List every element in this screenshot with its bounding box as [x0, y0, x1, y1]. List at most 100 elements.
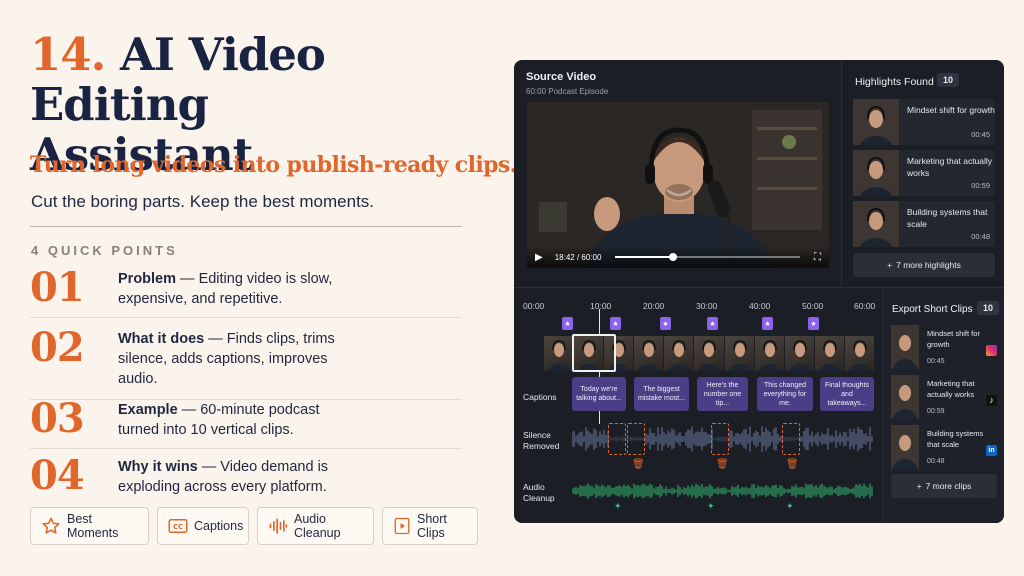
point-text: Example — 60-minute podcast turned into …: [118, 397, 348, 448]
tiktok-icon[interactable]: ♪: [986, 395, 997, 406]
point-bold: Example: [118, 402, 178, 418]
point-1: 01 Problem — Editing video is slow, expe…: [30, 266, 462, 318]
tick-label: 00:00: [523, 301, 545, 311]
caption-block[interactable]: Final thoughts and takeaways...: [820, 377, 874, 411]
point-bold: Problem: [118, 271, 177, 287]
video-frame-strip[interactable]: [544, 334, 875, 372]
export-item[interactable]: Marketing that actually works 00:59 ♪: [891, 375, 997, 419]
video-frame: [784, 336, 814, 371]
export-item[interactable]: Building systems that scale 00:48 in: [891, 425, 997, 469]
chip-label: Short Clips: [417, 512, 447, 540]
trash-icon[interactable]: 🗑: [632, 460, 645, 470]
export-text: Building systems that scale 00:48 in: [919, 425, 997, 469]
title-number: 14.: [30, 28, 106, 81]
caption-block[interactable]: The biggest mistake most...: [634, 377, 689, 411]
caption-block[interactable]: Today we're talking about...: [572, 377, 626, 411]
export-count: 10: [977, 301, 1000, 315]
audio-waveform[interactable]: [572, 482, 874, 500]
tick-label: 20:00: [643, 301, 665, 311]
clip-thumbnail: [891, 375, 919, 419]
highlight-marker-icon[interactable]: ★: [610, 317, 621, 330]
highlight-item[interactable]: Marketing that actually works 00:59: [853, 150, 995, 196]
trash-icon[interactable]: 🗑: [716, 460, 729, 470]
point-number: 02: [30, 324, 85, 371]
video-frame: [754, 336, 784, 371]
linkedin-icon[interactable]: in: [986, 445, 997, 456]
quick-points-heading: 4 QUICK POINTS: [31, 243, 178, 258]
export-duration: 00:59: [927, 408, 945, 415]
highlight-marker-icon[interactable]: ★: [808, 317, 819, 330]
cc-icon: CC: [168, 519, 188, 533]
point-text: Why it wins — Video demand is exploding …: [118, 454, 368, 500]
point-number: 01: [30, 264, 85, 311]
highlight-label: Marketing that actually works: [907, 156, 993, 178]
highlight-label: Mindset shift for growth: [907, 105, 995, 115]
point-number: 04: [30, 452, 85, 499]
silence-cut-region[interactable]: [627, 423, 645, 455]
silence-cut-region[interactable]: [711, 423, 729, 455]
play-square-icon: [394, 517, 410, 535]
point-text: What it does — Finds clips, trims silenc…: [118, 326, 343, 399]
more-clips-label: 7 more clips: [925, 481, 972, 491]
video-scrubber[interactable]: [615, 253, 800, 261]
info-panel: 14. AI Video Editing Assistant Turn long…: [30, 28, 517, 545]
point-3: 03 Example — 60-minute podcast turned in…: [30, 397, 462, 449]
chip-short-clips[interactable]: Short Clips: [382, 507, 478, 545]
source-video-title: Source Video: [526, 71, 597, 83]
highlight-item[interactable]: Mindset shift for growth 00:45: [853, 99, 995, 145]
highlight-marker-icon[interactable]: ★: [707, 317, 718, 330]
more-highlights-label: 7 more highlights: [896, 260, 961, 270]
highlight-item[interactable]: Building systems that scale 00:48: [853, 201, 995, 247]
silence-cut-region[interactable]: [608, 423, 626, 455]
tick-label: 10:00: [590, 301, 612, 311]
highlights-count: 10: [937, 73, 960, 87]
scrubber-knob[interactable]: [668, 253, 677, 261]
silence-cut-region[interactable]: [782, 423, 800, 455]
waveform-icon: [269, 518, 288, 534]
video-player[interactable]: ▶ 18:42 / 60:00 ⛶: [527, 102, 829, 268]
tagline: Cut the boring parts. Keep the best mome…: [31, 192, 375, 211]
highlight-text: Mindset shift for growth 00:45: [899, 99, 995, 145]
sparkle-icon: ✦: [786, 501, 794, 511]
chip-label: Captions: [194, 519, 244, 533]
point-bold: Why it wins: [118, 459, 198, 475]
svg-text:CC: CC: [173, 523, 183, 531]
point-text: Problem — Editing video is slow, expensi…: [118, 266, 358, 317]
star-icon: [42, 517, 60, 534]
instagram-icon[interactable]: [986, 345, 997, 356]
video-frame: [844, 336, 875, 371]
highlight-marker-icon[interactable]: ★: [762, 317, 773, 330]
highlight-text: Marketing that actually works 00:59: [899, 150, 995, 196]
highlight-text: Building systems that scale 00:48: [899, 201, 995, 247]
sparkle-icon: ✦: [614, 501, 622, 511]
more-highlights-button[interactable]: + 7 more highlights: [853, 253, 995, 277]
tick-label: 40:00: [749, 301, 771, 311]
selected-frame: [572, 334, 616, 372]
caption-block[interactable]: Here's the number one tip...: [697, 377, 748, 411]
plus-icon: +: [887, 260, 893, 270]
divider: [30, 226, 462, 227]
chip-captions[interactable]: CC Captions: [157, 507, 249, 545]
chip-best-moments[interactable]: Best Moments: [30, 507, 149, 545]
export-item[interactable]: Mindset shift for growth 00:45: [891, 325, 997, 369]
point-number: 03: [30, 395, 85, 442]
fullscreen-icon[interactable]: ⛶: [814, 252, 821, 263]
highlight-label: Building systems that scale: [907, 207, 988, 229]
highlight-marker-icon[interactable]: ★: [660, 317, 671, 330]
highlight-duration: 00:59: [971, 181, 990, 190]
more-clips-button[interactable]: + 7 more clips: [891, 474, 997, 498]
trash-icon[interactable]: 🗑: [786, 460, 799, 470]
clip-thumbnail: [891, 425, 919, 469]
clip-thumbnail: [853, 99, 899, 145]
chip-audio-cleanup[interactable]: Audio Cleanup: [257, 507, 374, 545]
caption-block[interactable]: This changed everything for me.: [757, 377, 813, 411]
scrubber-fill: [615, 256, 673, 258]
video-frame: [634, 336, 664, 371]
point-4: 04 Why it wins — Video demand is explodi…: [30, 454, 462, 500]
highlight-marker-icon[interactable]: ★: [562, 317, 573, 330]
play-icon[interactable]: ▶: [535, 252, 543, 263]
export-text: Mindset shift for growth 00:45: [919, 325, 997, 369]
clip-thumbnail: [853, 201, 899, 247]
export-text: Marketing that actually works 00:59 ♪: [919, 375, 997, 419]
highlights-panel: Highlights Found 10 Mindset shift for gr…: [843, 60, 1004, 288]
